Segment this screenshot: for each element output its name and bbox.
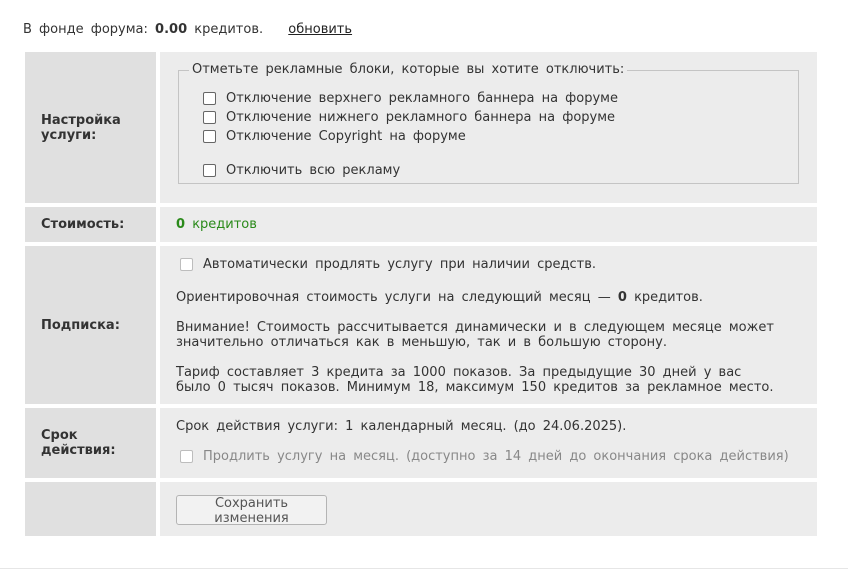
estimate-amount: 0 bbox=[617, 290, 627, 305]
settings-row: Настройка услуги: Отметьте рекламные бло… bbox=[25, 52, 817, 203]
estimate-text: Ориентировочная стоимость услуги на след… bbox=[176, 290, 703, 305]
refresh-link[interactable]: обновить bbox=[288, 22, 352, 37]
balance-amount: 0.00 bbox=[155, 22, 188, 37]
checkbox-copyright[interactable] bbox=[203, 130, 216, 143]
cost-unit: кредитов bbox=[192, 217, 257, 232]
balance-prefix: В фонде форума: bbox=[23, 22, 148, 37]
option-all-ads[interactable]: Отключить всю рекламу bbox=[203, 163, 400, 178]
option-bottom-banner-label: Отключение нижнего рекламного баннера на… bbox=[226, 110, 616, 125]
bottom-divider bbox=[0, 568, 848, 569]
option-bottom-banner[interactable]: Отключение нижнего рекламного баннера на… bbox=[203, 110, 615, 125]
actions-value: Сохранить изменения bbox=[160, 482, 817, 536]
tariff-text: Тариф составляет 3 кредита за 1000 показ… bbox=[176, 365, 774, 395]
subscription-value: Автоматически продлять услугу при наличи… bbox=[160, 246, 817, 404]
ad-blocks-legend: Отметьте рекламные блоки, которые вы хот… bbox=[192, 62, 625, 77]
option-all-ads-label: Отключить всю рекламу bbox=[226, 163, 401, 178]
checkbox-bottom-banner[interactable] bbox=[203, 111, 216, 124]
subscription-label: Подписка: bbox=[25, 246, 156, 404]
duration-value: Срок действия услуги: 1 календарный меся… bbox=[160, 408, 817, 478]
subscription-row: Подписка: Автоматически продлять услугу … bbox=[25, 246, 817, 404]
option-top-banner-label: Отключение верхнего рекламного баннера н… bbox=[226, 91, 618, 106]
duration-row: Срок действия: Срок действия услуги: 1 к… bbox=[25, 408, 817, 478]
checkbox-extend[interactable] bbox=[180, 450, 193, 463]
cost-amount: 0 bbox=[176, 217, 186, 232]
cost-label: Стоимость: bbox=[25, 207, 156, 242]
settings-value: Отметьте рекламные блоки, которые вы хот… bbox=[160, 52, 817, 203]
balance-line: В фонде форума: 0.00 кредитов. обновить bbox=[23, 22, 352, 38]
actions-label-cell bbox=[25, 482, 156, 536]
balance-suffix: кредитов. bbox=[194, 22, 264, 37]
extend-option[interactable]: Продлить услугу на месяц. (доступно за 1… bbox=[180, 449, 789, 464]
settings-label: Настройка услуги: bbox=[25, 52, 156, 203]
auto-renew-option[interactable]: Автоматически продлять услугу при наличи… bbox=[180, 257, 596, 272]
option-top-banner[interactable]: Отключение верхнего рекламного баннера н… bbox=[203, 91, 618, 106]
checkbox-auto-renew[interactable] bbox=[180, 258, 193, 271]
checkbox-top-banner[interactable] bbox=[203, 92, 216, 105]
actions-row: Сохранить изменения bbox=[25, 482, 817, 536]
checkbox-all-ads[interactable] bbox=[203, 164, 216, 177]
duration-text: Срок действия услуги: 1 календарный меся… bbox=[176, 419, 627, 434]
warning-text: Внимание! Стоимость рассчитывается динам… bbox=[176, 320, 774, 350]
duration-label: Срок действия: bbox=[25, 408, 156, 478]
option-copyright-label: Отключение Copyright на форуме bbox=[226, 129, 466, 144]
cost-value: 0 кредитов bbox=[160, 207, 817, 242]
auto-renew-label: Автоматически продлять услугу при наличи… bbox=[203, 257, 596, 272]
cost-row: Стоимость: 0 кредитов bbox=[25, 207, 817, 242]
save-changes-button[interactable]: Сохранить изменения bbox=[176, 495, 327, 526]
extend-label: Продлить услугу на месяц. (доступно за 1… bbox=[203, 449, 789, 464]
option-copyright[interactable]: Отключение Copyright на форуме bbox=[203, 129, 466, 144]
